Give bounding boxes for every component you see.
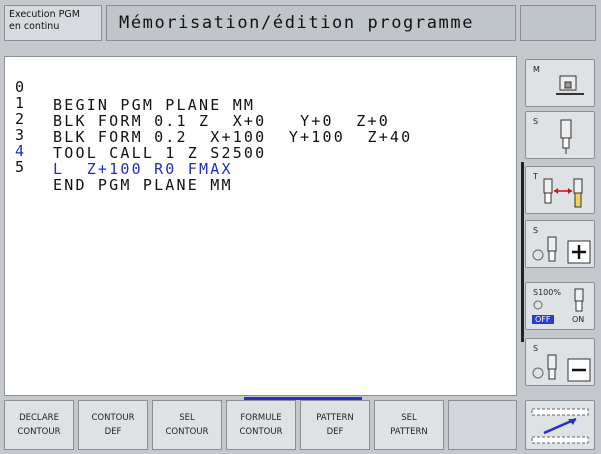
softkey-level-indicator: [521, 162, 524, 342]
softkey-label-line1: DECLARE: [19, 413, 59, 423]
softkey-label: S: [533, 226, 539, 235]
header-status-area: [520, 5, 596, 41]
softkey-label-line1: SEL: [401, 413, 417, 423]
page-title: Mémorisation/édition programme: [106, 5, 516, 41]
softkey-tool[interactable]: T: [525, 166, 595, 214]
mode-line-1: Execution PGM: [9, 9, 80, 20]
softkey-label-line2: DEF: [326, 427, 344, 437]
softkey-contour-def[interactable]: CONTOUR DEF: [78, 400, 148, 450]
program-line[interactable]: 2 BLK FORM 0.2 X+100 Y+100 Z+40: [5, 92, 410, 146]
softkey-m-function[interactable]: M: [525, 59, 595, 107]
program-editor[interactable]: 0 BEGIN PGM PLANE MM 1 BLK FORM 0.1 Z X+…: [4, 56, 517, 396]
softkey-label-line2: CONTOUR: [239, 427, 283, 437]
program-line[interactable]: 1 BLK FORM 0.1 Z X+0 Y+0 Z+0: [5, 76, 388, 130]
operating-mode-indicator: Execution PGM en continu: [4, 5, 102, 41]
softkey-bar: DECLARE CONTOUR CONTOUR DEF SEL CONTOUR …: [4, 397, 517, 450]
softkey-spindle-override[interactable]: S100% OFF ON: [525, 282, 595, 330]
spindle-icon: [560, 119, 572, 154]
softkey-label: S100%: [533, 288, 561, 297]
softkey-empty[interactable]: [448, 400, 517, 450]
spindle-small-icon: [574, 288, 584, 312]
spindle-override-icon: [533, 300, 543, 310]
program-line[interactable]: 0 BEGIN PGM PLANE MM: [5, 60, 253, 114]
softkey-pattern-def[interactable]: PATTERN DEF: [300, 400, 370, 450]
softkey-sel-pattern[interactable]: SEL PATTERN: [374, 400, 444, 450]
softkey-label-line1: FORMULE: [240, 413, 282, 423]
softkey-spindle-plus[interactable]: S: [525, 220, 595, 268]
off-badge: OFF: [532, 315, 554, 324]
softkey-spindle[interactable]: S: [525, 111, 595, 159]
softkey-label-line1: PATTERN: [316, 413, 354, 423]
tool-length-icon: [543, 178, 583, 208]
softkey-declare-contour[interactable]: DECLARE CONTOUR: [4, 400, 74, 450]
mode-line-2: en continu: [9, 21, 60, 32]
cnc-screen: Execution PGM en continu Mémorisation/éd…: [0, 0, 601, 454]
softkey-label: S: [533, 117, 539, 126]
program-line[interactable]: 3 TOOL CALL 1 Z S2500: [5, 108, 264, 162]
softkey-row-switch-icon: [531, 408, 589, 444]
program-line[interactable]: 5 END PGM PLANE MM: [5, 140, 231, 194]
vertical-softkey-bar: M S T S S100% OFF ON S: [521, 56, 596, 406]
spindle-minus-icon: [532, 354, 591, 382]
softkey-label-line2: CONTOUR: [165, 427, 209, 437]
softkey-label-line2: DEF: [104, 427, 122, 437]
softkey-formule-contour[interactable]: FORMULE CONTOUR: [226, 400, 296, 450]
program-line-active[interactable]: 4 L Z+100 R0 FMAX: [5, 124, 231, 178]
softkey-sel-contour[interactable]: SEL CONTOUR: [152, 400, 222, 450]
softkey-label-line1: CONTOUR: [91, 413, 135, 423]
line-number: 5: [15, 158, 27, 176]
softkey-label-line1: SEL: [179, 413, 195, 423]
spindle-plus-icon: [532, 236, 591, 264]
softkey-label: S: [533, 344, 539, 353]
softkey-bar-switch[interactable]: [521, 400, 596, 450]
softkey-toggle-bar[interactable]: [525, 400, 595, 450]
on-label: ON: [572, 315, 585, 324]
softkey-label: M: [533, 65, 540, 74]
softkey-label-line2: PATTERN: [390, 427, 428, 437]
softkey-label-line2: CONTOUR: [17, 427, 61, 437]
machine-icon: [556, 75, 584, 95]
softkey-spindle-minus[interactable]: S: [525, 338, 595, 386]
line-code: END PGM PLANE MM: [53, 176, 233, 194]
